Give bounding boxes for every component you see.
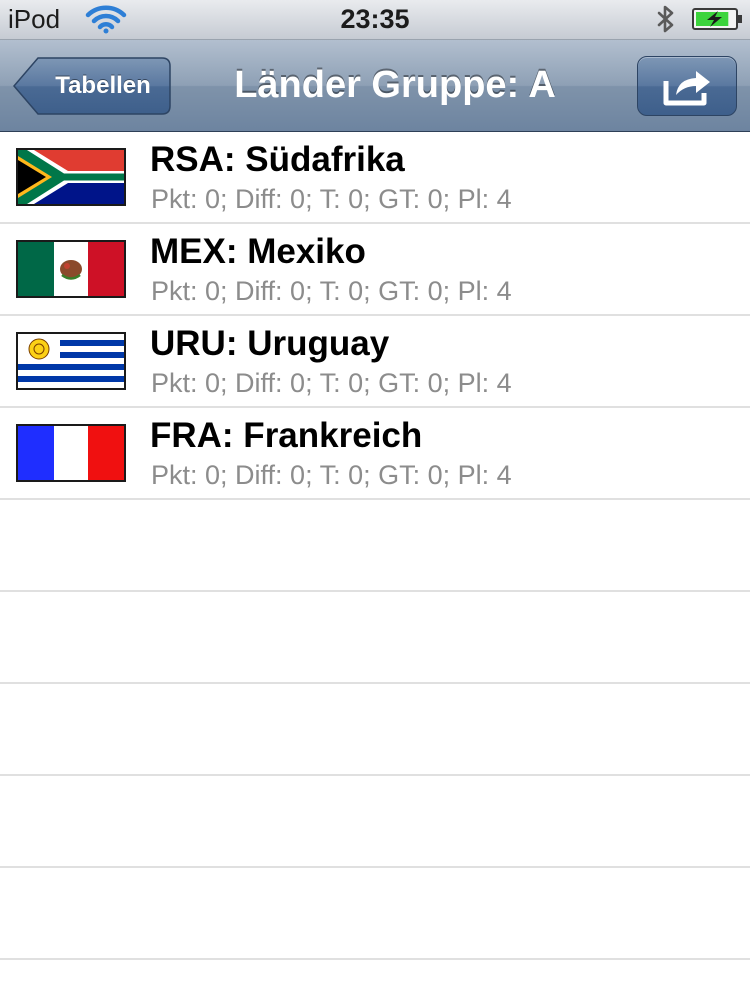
- team-list: RSA: Südafrika Pkt: 0; Diff: 0; T: 0; GT…: [0, 132, 750, 1000]
- team-stats: Pkt: 0; Diff: 0; T: 0; GT: 0; Pl: 4: [151, 460, 512, 490]
- team-name: FRA: Frankreich: [150, 416, 423, 455]
- team-name: RSA: Südafrika: [150, 140, 405, 179]
- list-item-rsa[interactable]: RSA: Südafrika Pkt: 0; Diff: 0; T: 0; GT…: [0, 132, 750, 224]
- status-time: 23:35: [340, 4, 410, 34]
- share-icon: [663, 71, 710, 106]
- screen: iPod 23:35 Tabellen Länder Gruppe: A RSA…: [0, 0, 750, 1000]
- status-bar: iPod 23:35: [0, 0, 750, 40]
- team-name: URU: Uruguay: [150, 324, 390, 363]
- battery-charging-icon: [692, 8, 744, 30]
- share-button[interactable]: [637, 56, 737, 116]
- list-item-fra[interactable]: FRA: Frankreich Pkt: 0; Diff: 0; T: 0; G…: [0, 408, 750, 500]
- team-stats: Pkt: 0; Diff: 0; T: 0; GT: 0; Pl: 4: [151, 184, 512, 214]
- team-stats: Pkt: 0; Diff: 0; T: 0; GT: 0; Pl: 4: [151, 368, 512, 398]
- south-africa-flag-icon: [16, 148, 126, 206]
- page-title: Länder Gruppe: A: [234, 64, 556, 106]
- france-flag-icon: [16, 424, 126, 482]
- mexico-flag-icon: [16, 240, 126, 298]
- back-button[interactable]: Tabellen: [12, 56, 172, 116]
- back-button-label: Tabellen: [55, 72, 151, 99]
- list-item-uru[interactable]: URU: Uruguay Pkt: 0; Diff: 0; T: 0; GT: …: [0, 316, 750, 408]
- bluetooth-icon: [654, 4, 678, 34]
- team-name: MEX: Mexiko: [150, 232, 366, 271]
- navigation-bar: Tabellen Länder Gruppe: A: [0, 40, 750, 132]
- list-item-mex[interactable]: MEX: Mexiko Pkt: 0; Diff: 0; T: 0; GT: 0…: [0, 224, 750, 316]
- uruguay-flag-icon: [16, 332, 126, 390]
- team-stats: Pkt: 0; Diff: 0; T: 0; GT: 0; Pl: 4: [151, 276, 512, 306]
